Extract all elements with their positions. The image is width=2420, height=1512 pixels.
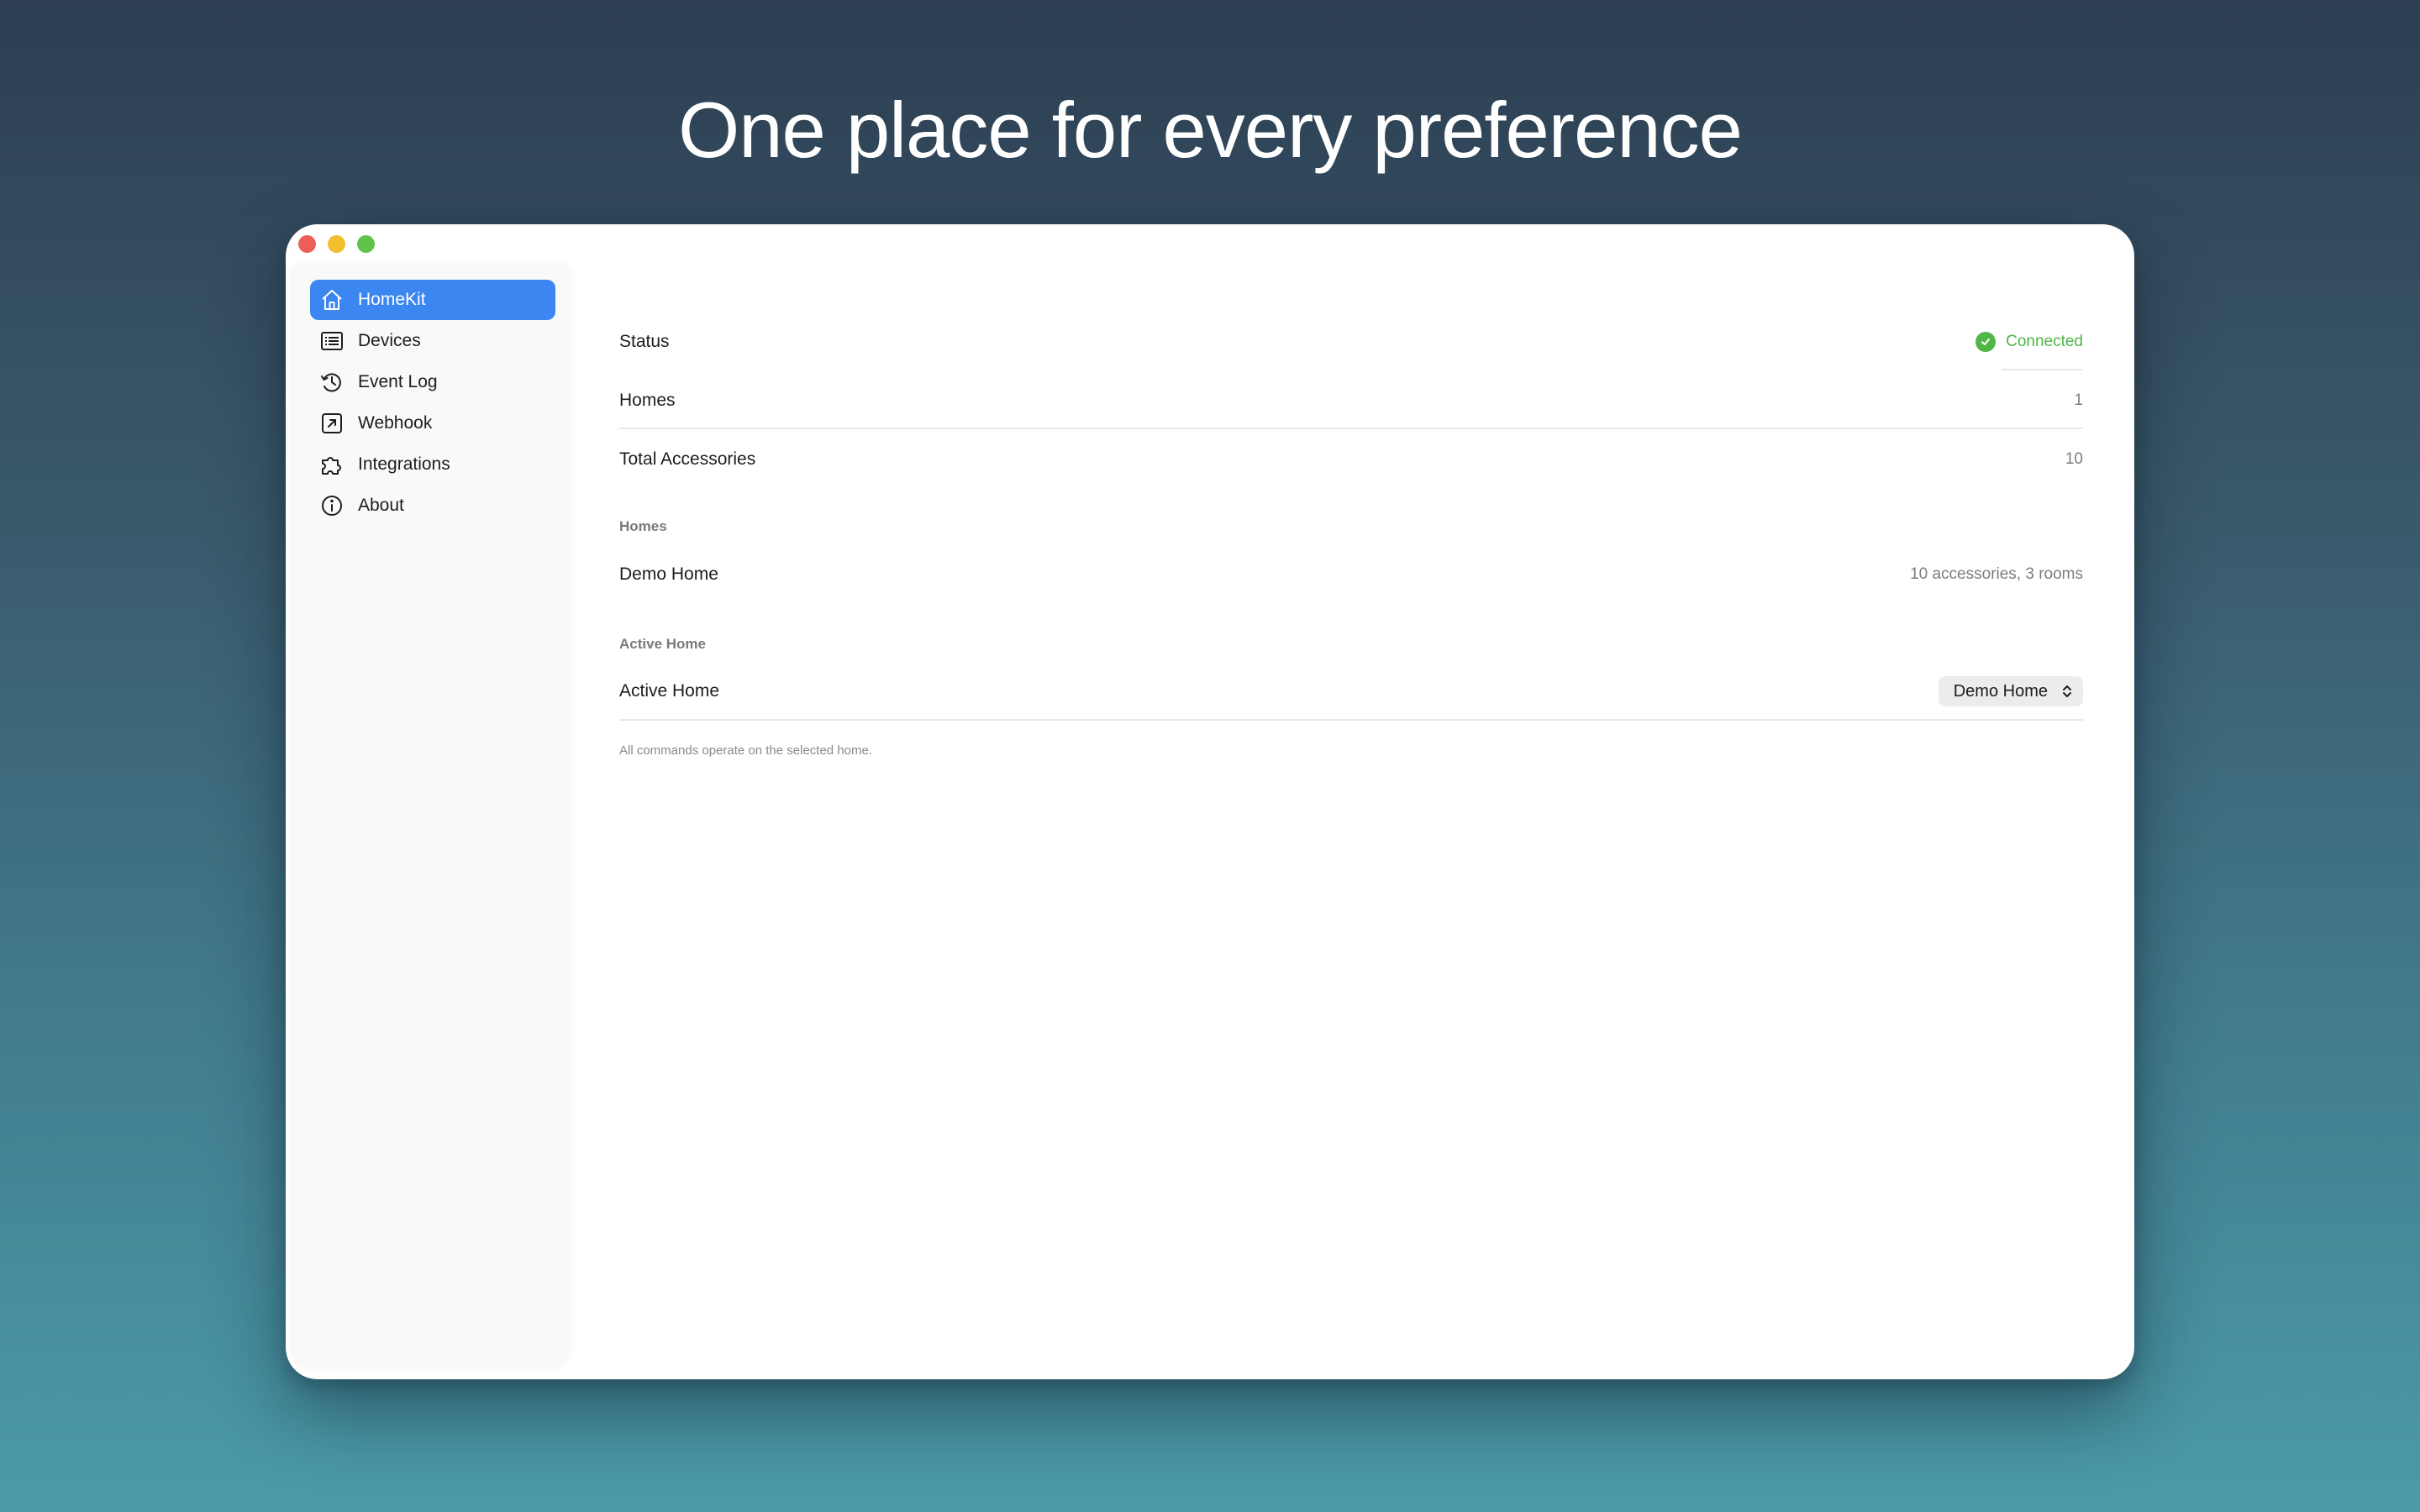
divider <box>2002 369 2083 370</box>
active-home-footnote: All commands operate on the selected hom… <box>619 743 873 758</box>
total-accessories-label: Total Accessories <box>619 449 756 469</box>
zoom-window-button[interactable] <box>357 235 375 253</box>
sidebar-item-homekit[interactable]: HomeKit <box>310 280 555 320</box>
puzzle-icon <box>318 451 345 478</box>
active-home-label: Active Home <box>619 681 720 701</box>
sidebar-item-label: HomeKit <box>358 290 426 309</box>
settings-window: HomeKit Devices Event Log Webhook Integratio… <box>286 224 2134 1379</box>
history-clock-icon <box>318 369 345 396</box>
sidebar-item-label: Event Log <box>358 372 438 391</box>
home-name: Demo Home <box>619 564 718 584</box>
status-value: Connected <box>1975 332 2083 352</box>
sidebar-item-event-log[interactable]: Event Log <box>310 362 555 402</box>
info-circle-icon <box>318 492 345 519</box>
house-icon <box>318 286 345 313</box>
active-home-row: Active Home Demo Home <box>619 673 2083 710</box>
sidebar-item-label: Integrations <box>358 454 450 474</box>
window-controls <box>298 235 375 253</box>
total-accessories-value: 10 <box>2065 450 2083 468</box>
checkmark-circle-icon <box>1975 332 1996 352</box>
home-row[interactable]: Demo Home 10 accessories, 3 rooms <box>619 558 2083 591</box>
sidebar-item-webhook[interactable]: Webhook <box>310 403 555 444</box>
total-accessories-row: Total Accessories 10 <box>619 443 2083 476</box>
chevron-up-down-icon <box>2061 683 2073 700</box>
status-row: Status Connected <box>619 325 2083 359</box>
sidebar-item-devices[interactable]: Devices <box>310 321 555 361</box>
home-detail: 10 accessories, 3 rooms <box>1910 565 2083 583</box>
headline: One place for every preference <box>678 86 1743 174</box>
sidebar-item-integrations[interactable]: Integrations <box>310 444 555 485</box>
homes-section-header: Homes <box>619 518 667 534</box>
divider <box>619 428 2083 429</box>
sidebar: HomeKit Devices Event Log Webhook Integratio… <box>291 266 568 1367</box>
list-icon <box>318 328 345 354</box>
minimize-window-button[interactable] <box>328 235 345 253</box>
status-label: Status <box>619 332 670 351</box>
active-home-section-header: Active Home <box>619 636 706 652</box>
sidebar-item-label: About <box>358 496 404 515</box>
status-text: Connected <box>2006 333 2083 350</box>
main-content: Status Connected Homes 1 Total Accessori… <box>619 224 2083 1379</box>
homes-count-label: Homes <box>619 391 676 410</box>
active-home-popup[interactable]: Demo Home <box>1938 676 2083 706</box>
close-window-button[interactable] <box>298 235 316 253</box>
homes-count-row: Homes 1 <box>619 384 2083 417</box>
sidebar-item-label: Devices <box>358 331 421 350</box>
homes-count-value: 1 <box>2074 391 2083 409</box>
sidebar-item-label: Webhook <box>358 413 433 433</box>
sidebar-item-about[interactable]: About <box>310 486 555 526</box>
active-home-selected: Demo Home <box>1953 681 2048 701</box>
divider <box>619 719 2083 721</box>
arrow-up-right-square-icon <box>318 410 345 437</box>
